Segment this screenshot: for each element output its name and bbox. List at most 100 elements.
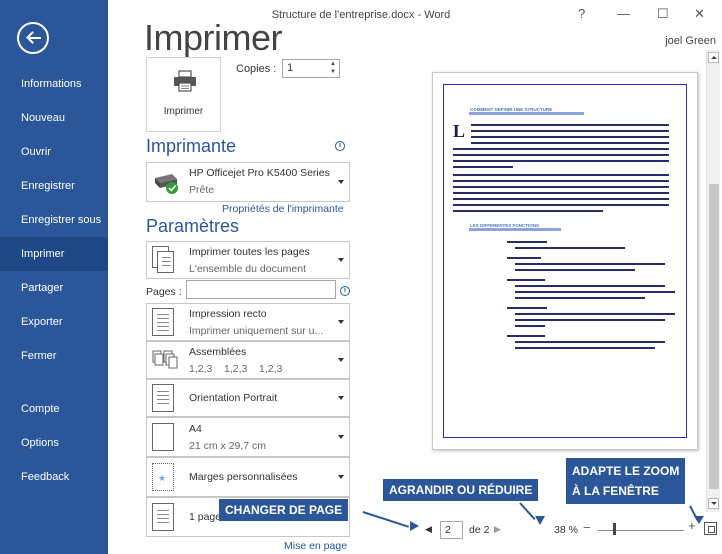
paper-size-desc: 21 cm x 29,7 cm [189, 440, 267, 452]
sidebar-item-compte[interactable]: Compte [0, 392, 108, 426]
print-range-value: Imprimer toutes les pages [189, 246, 310, 258]
preview-text-line [471, 124, 669, 126]
print-sides-select[interactable]: Impression recto Imprimer uniquement sur… [146, 303, 350, 341]
preview-text-line [469, 228, 561, 231]
preview-text-line [507, 307, 547, 309]
preview-text-line [453, 166, 513, 168]
page-title: Imprimer [144, 17, 283, 58]
copies-value: 1 [287, 62, 294, 74]
sidebar-item-feedback[interactable]: Feedback [0, 460, 108, 494]
pages-per-sheet-icon [152, 503, 174, 531]
preview-text-line [507, 335, 545, 337]
sidebar-item-enregistrer-sous[interactable]: Enregistrer sous [0, 203, 108, 237]
sidebar-item-informations[interactable]: Informations [0, 67, 108, 101]
sidebar-item-ouvrir[interactable]: Ouvrir [0, 135, 108, 169]
sidebar-item-partager[interactable]: Partager [0, 271, 108, 305]
preview-text-line [515, 269, 635, 271]
preview-text-line [453, 160, 669, 162]
callout-arrow [362, 511, 409, 528]
printer-name: HP Officejet Pro K5400 Series [189, 167, 330, 179]
scroll-up-icon[interactable] [708, 52, 719, 63]
printer-ready-icon [155, 174, 178, 194]
paper-size-icon [152, 423, 174, 451]
scrollbar-thumb[interactable] [709, 184, 719, 489]
callout-arrow [519, 502, 536, 521]
print-preview-page: COMMENT DEFINIR UNE STRUCTURE L LES DIFF… [432, 72, 698, 450]
arrow-right-icon[interactable]: ▶ [494, 524, 501, 535]
orientation-select[interactable]: Orientation Portrait [146, 379, 350, 417]
chevron-down-icon [338, 320, 344, 324]
sidebar-item-nouveau[interactable]: Nouveau [0, 101, 108, 135]
print-sides-value: Impression recto [189, 308, 267, 320]
printer-icon [174, 70, 196, 92]
collation-value: Assemblées [189, 346, 247, 358]
info-icon[interactable]: i [340, 286, 350, 296]
close-button[interactable]: ✕ [694, 6, 705, 22]
callout-fit-line2: À LA FENÊTRE [572, 484, 659, 498]
help-button[interactable]: ? [578, 6, 585, 21]
sidebar-item-exporter[interactable]: Exporter [0, 305, 108, 339]
preview-text-line [471, 136, 669, 138]
print-button[interactable]: Imprimer [146, 57, 221, 132]
orientation-value: Orientation Portrait [189, 392, 278, 404]
spin-down-icon[interactable]: ▼ [330, 69, 336, 75]
page-setup-link[interactable]: Mise en page [284, 540, 347, 552]
sidebar-item-enregistrer[interactable]: Enregistrer [0, 169, 108, 203]
arrow-left-icon[interactable]: ◀ [425, 524, 432, 535]
spin-up-icon[interactable]: ▲ [330, 61, 336, 67]
callout-arrow-head [410, 521, 419, 531]
preview-text-line [515, 263, 665, 265]
preview-text-line [507, 257, 541, 259]
backstage-sidebar: Informations Nouveau Ouvrir Enregistrer … [0, 0, 108, 554]
user-account-name[interactable]: joel Green [665, 35, 716, 47]
preview-text-line [453, 154, 669, 156]
zoom-to-page-icon[interactable] [704, 522, 717, 535]
zoom-slider[interactable] [598, 530, 684, 531]
collated-icon [152, 350, 178, 369]
preview-text-line [471, 142, 669, 144]
callout-fit-window: ADAPTE LE ZOOM À LA FENÊTRE [566, 458, 686, 504]
preview-text-line [515, 291, 675, 293]
settings-heading: Paramètres [146, 216, 240, 236]
pages-input[interactable] [186, 280, 336, 299]
sidebar-item-fermer[interactable]: Fermer [0, 339, 108, 373]
preview-text-line [515, 319, 665, 321]
zoom-out-button[interactable]: − [583, 520, 591, 535]
preview-text-line [507, 241, 547, 243]
one-sided-icon [152, 308, 174, 336]
printer-properties-link[interactable]: Propriétés de l'imprimante [222, 203, 344, 215]
paper-size-select[interactable]: A4 21 cm x 29,7 cm [146, 417, 350, 457]
maximize-button[interactable]: ☐ [657, 6, 669, 22]
zoom-slider-thumb[interactable] [613, 523, 616, 535]
scroll-down-icon[interactable] [708, 498, 719, 509]
print-sides-desc: Imprimer uniquement sur u... [189, 325, 324, 337]
printer-select[interactable]: HP Officejet Pro K5400 Series Prête [146, 162, 350, 202]
print-button-label: Imprimer [163, 106, 204, 117]
current-page-input[interactable]: 2 [440, 521, 463, 539]
window-title: Structure de l'entreprise.docx - Word [271, 9, 451, 21]
printer-status: Prête [189, 184, 215, 196]
collation-select[interactable]: Assemblées 1,2,3 1,2,3 1,2,3 [146, 341, 350, 379]
preview-text-line [453, 198, 669, 200]
preview-text-line [515, 347, 655, 349]
copies-stepper[interactable]: 1 ▲ ▼ [282, 59, 340, 78]
minimize-button[interactable]: — [617, 6, 630, 21]
copies-label: Copies : [236, 63, 277, 75]
callout-arrow-head [535, 516, 545, 525]
print-range-select[interactable]: Imprimer toutes les pages L'ensemble du … [146, 241, 350, 279]
preview-text-line [515, 297, 645, 299]
back-arrow-icon[interactable] [17, 22, 49, 54]
margins-value: Marges personnalisées [189, 471, 298, 483]
callout-fit-line1: ADAPTE LE ZOOM [572, 464, 680, 478]
zoom-level[interactable]: 38 % [554, 524, 578, 536]
preview-text-line [453, 180, 669, 182]
sidebar-item-imprimer[interactable]: Imprimer [0, 237, 108, 271]
preview-dropcap: L [453, 121, 466, 141]
margins-select[interactable]: ★ Marges personnalisées [146, 457, 350, 497]
preview-text-line [515, 285, 665, 287]
sidebar-item-options[interactable]: Options [0, 426, 108, 460]
page-count-label: de 2 [469, 524, 490, 536]
callout-change-page: CHANGER DE PAGE [219, 499, 349, 521]
pages-icon [152, 246, 176, 274]
info-icon[interactable]: i [335, 141, 345, 151]
